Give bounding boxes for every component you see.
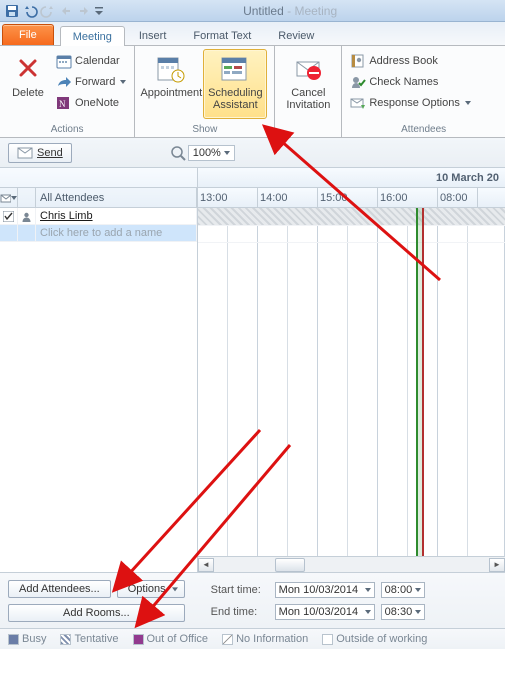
time-header-08: 08:00 (438, 188, 478, 207)
start-time-input[interactable]: 08:00 (381, 582, 425, 598)
send-button[interactable]: Send (8, 143, 72, 163)
onenote-button[interactable]: N OneNote (52, 93, 130, 113)
cancel-invitation-button[interactable]: Cancel Invitation (279, 49, 337, 119)
save-icon[interactable] (4, 3, 20, 19)
time-header-16: 16:00 (378, 188, 438, 207)
zoom-icon[interactable] (168, 143, 188, 163)
organizer-icon (21, 211, 32, 222)
end-time-input[interactable]: 08:30 (381, 604, 425, 620)
legend-busy: Busy (8, 633, 46, 645)
cancel-icon (292, 53, 324, 85)
tab-insert[interactable]: Insert (126, 25, 180, 45)
add-rooms-button[interactable]: Add Rooms... (8, 604, 185, 622)
group-actions: Delete Calendar Forward N OneNote Action… (0, 46, 135, 137)
timeline-grid[interactable] (198, 208, 505, 556)
address-book-button[interactable]: Address Book (346, 51, 475, 71)
attendee-list: All Attendees Chris Limb Click here to a… (0, 168, 198, 572)
prev-item-icon[interactable] (58, 3, 74, 19)
legend-out-of-office: Out of Office (133, 633, 209, 645)
response-options-button[interactable]: Response Options (346, 93, 475, 113)
tab-review[interactable]: Review (265, 25, 327, 45)
address-book-icon (350, 53, 366, 69)
scheduling-assistant-icon (219, 53, 251, 85)
forward-button[interactable]: Forward (52, 72, 130, 92)
legend-no-info: No Information (222, 633, 308, 645)
footer-controls: Add Attendees... Options Add Rooms... St… (0, 572, 505, 628)
horizontal-scrollbar[interactable]: ◄ ► (198, 556, 505, 572)
send-icon (17, 146, 33, 160)
timeline-date: 10 March 20 (198, 168, 505, 188)
svg-text:N: N (59, 99, 66, 109)
tab-file[interactable]: File (2, 24, 54, 45)
scroll-thumb[interactable] (275, 558, 305, 572)
scroll-left-icon[interactable]: ◄ (198, 558, 214, 572)
all-attendees-header[interactable]: All Attendees (36, 188, 197, 207)
appointment-icon (155, 53, 187, 85)
legend-tentative: Tentative (60, 633, 118, 645)
appointment-button[interactable]: Appointment (139, 49, 203, 119)
group-attendees: Address Book Check Names Response Option… (342, 46, 505, 137)
legend-outside-working: Outside of working (322, 633, 427, 645)
time-header-14: 14:00 (258, 188, 318, 207)
add-attendees-button[interactable]: Add Attendees... (8, 580, 111, 598)
tab-format-text[interactable]: Format Text (180, 25, 264, 45)
group-cancel: Cancel Invitation (275, 46, 342, 137)
timeline-pane: 10 March 20 13:00 14:00 15:00 16:00 08:0… (198, 168, 505, 572)
add-attendee-inline[interactable]: Click here to add a name (0, 225, 197, 242)
delete-icon (12, 53, 44, 85)
calendar-button[interactable]: Calendar (52, 51, 130, 71)
next-item-icon[interactable] (76, 3, 92, 19)
attendee-row[interactable]: Chris Limb (0, 208, 197, 225)
group-show: Appointment Scheduling Assistant Show (135, 46, 275, 137)
end-time-row: End time: Mon 10/03/2014 08:30 (211, 604, 497, 620)
check-names-button[interactable]: Check Names (346, 72, 475, 92)
start-date-input[interactable]: Mon 10/03/2014 (275, 582, 375, 598)
start-time-row: Start time: Mon 10/03/2014 08:00 (211, 582, 497, 598)
delete-button[interactable]: Delete (4, 49, 52, 119)
group-label-attendees: Attendees (346, 123, 501, 137)
undo-icon[interactable] (22, 3, 38, 19)
response-options-icon (350, 95, 366, 111)
ribbon-tabs: File Meeting Insert Format Text Review (0, 22, 505, 46)
end-time-label: End time: (211, 606, 269, 618)
forward-icon (56, 74, 72, 90)
end-date-input[interactable]: Mon 10/03/2014 (275, 604, 375, 620)
legend-bar: Busy Tentative Out of Office No Informat… (0, 628, 505, 649)
time-header-13: 13:00 (198, 188, 258, 207)
group-label-actions: Actions (4, 123, 130, 137)
options-button[interactable]: Options (117, 580, 185, 598)
check-names-icon (350, 74, 366, 90)
calendar-icon (56, 53, 72, 69)
selection-start-handle[interactable] (416, 208, 418, 556)
onenote-icon: N (56, 95, 72, 111)
quick-access-toolbar: Untitled - Meeting (0, 0, 505, 22)
redo-icon[interactable] (40, 3, 56, 19)
ribbon: Delete Calendar Forward N OneNote Action… (0, 46, 505, 138)
scheduling-area: All Attendees Chris Limb Click here to a… (0, 168, 505, 572)
attendee-list-header: All Attendees (0, 168, 197, 208)
time-header-15: 15:00 (318, 188, 378, 207)
group-label-cancel (279, 123, 337, 137)
group-label-show: Show (139, 123, 270, 137)
scheduling-assistant-button[interactable]: Scheduling Assistant (203, 49, 267, 119)
zoom-level[interactable]: 100% (188, 145, 235, 161)
start-time-label: Start time: (211, 584, 269, 596)
sub-toolbar: Send 100% (0, 138, 505, 168)
selection-end-handle[interactable] (422, 208, 424, 556)
qat-customize-icon[interactable] (94, 3, 104, 19)
timeline-hours: 13:00 14:00 15:00 16:00 08:00 (198, 188, 505, 208)
attendee-name[interactable]: Chris Limb (40, 210, 93, 222)
window-title: Untitled - Meeting (243, 4, 337, 18)
tab-meeting[interactable]: Meeting (60, 26, 125, 46)
attendee-icon-header[interactable] (0, 188, 18, 207)
scroll-right-icon[interactable]: ► (489, 558, 505, 572)
